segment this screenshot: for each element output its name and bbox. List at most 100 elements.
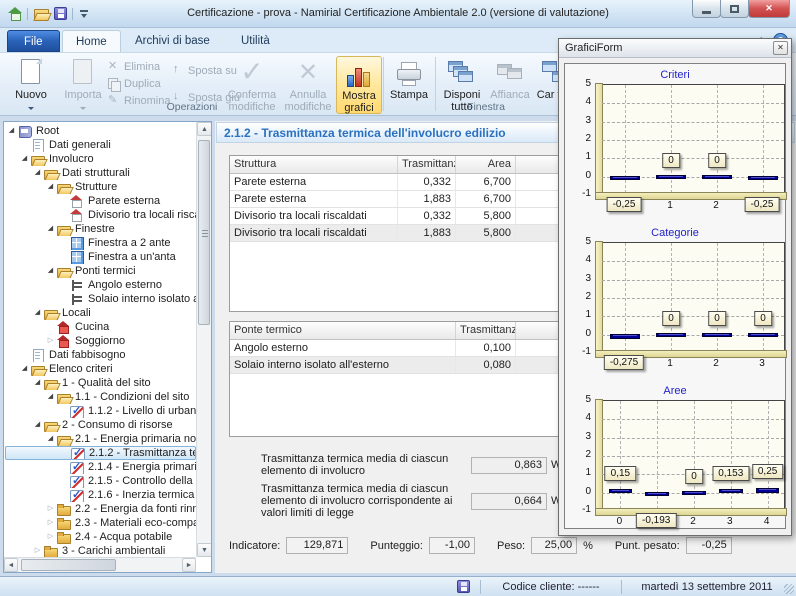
scroll-left-button[interactable]: ◄: [4, 558, 18, 572]
tree-item[interactable]: ▷2.3 - Materiali eco-compatibili: [5, 516, 196, 530]
expander-open-icon[interactable]: ◢: [45, 222, 56, 236]
tree-item[interactable]: ▷ 2.4 - Acqua potabile: [5, 530, 196, 544]
tree-item[interactable]: ◢Involucro: [5, 152, 196, 166]
tree-item[interactable]: Dati fabbisogno: [5, 348, 196, 362]
tree-item[interactable]: Finestra a un'anta: [5, 250, 196, 264]
tree-item[interactable]: ▷ 3 - Carichi ambientali: [5, 544, 196, 557]
duplica-button[interactable]: Duplica: [108, 75, 170, 92]
expander-open-icon[interactable]: ◢: [45, 264, 56, 278]
chart-categorie: Categorie-10123450-0,275123000: [565, 227, 785, 382]
elimina-button[interactable]: ✕Elimina: [108, 58, 170, 75]
tree-item[interactable]: Cucina: [5, 320, 196, 334]
graficiform-titlebar[interactable]: GraficiForm: [559, 39, 791, 58]
tab-file[interactable]: File: [7, 30, 60, 52]
expander-closed-icon[interactable]: ▷: [45, 334, 56, 348]
column-header[interactable]: Area: [456, 156, 516, 173]
tree-item[interactable]: ◢Dati strutturali: [5, 166, 196, 180]
bar: [719, 489, 743, 493]
y-tick-label: 1: [567, 467, 591, 478]
stampa-button[interactable]: Stampa: [386, 56, 432, 114]
tree-item[interactable]: Finestra a 2 ante: [5, 236, 196, 250]
tree-item[interactable]: 2.1.2 - Trasmittanza termica: [5, 446, 196, 460]
tree-item[interactable]: ◢Strutture: [5, 180, 196, 194]
tree-item-label: 2.4 - Acqua potabile: [74, 530, 172, 544]
tree-item[interactable]: ◢Root: [5, 124, 196, 138]
expander-open-icon[interactable]: ◢: [32, 166, 43, 180]
column-header[interactable]: Trasmittanza: [398, 156, 456, 173]
graficiform-close-button[interactable]: ✕: [773, 41, 788, 55]
folder-open-icon: [44, 167, 58, 180]
tree-item-label: 3 - Carichi ambientali: [61, 544, 165, 557]
tree-item[interactable]: Parete esterna: [5, 194, 196, 208]
expander-open-icon[interactable]: ◢: [45, 390, 56, 404]
tree-item[interactable]: Angolo esterno: [5, 278, 196, 292]
expander-closed-icon[interactable]: ▷: [32, 544, 43, 557]
tree-item-label: Finestre: [74, 222, 115, 236]
tree-item-label: Cucina: [74, 320, 109, 334]
column-header[interactable]: Trasmittanza: [456, 322, 516, 339]
tree-item[interactable]: Solaio interno isolato all'esterno: [5, 292, 196, 306]
gridline: [620, 401, 621, 509]
tab-archivi-di-base[interactable]: Archivi di base: [122, 30, 223, 52]
indicatore-field[interactable]: 129,871: [286, 537, 348, 554]
column-header[interactable]: Struttura: [230, 156, 398, 173]
column-header[interactable]: Ponte termico: [230, 322, 456, 339]
value-label: 0: [754, 311, 772, 326]
horizontal-scroll-thumb[interactable]: [21, 559, 116, 571]
tree-item[interactable]: ◢2.1 - Energia primaria non rinn: [5, 432, 196, 446]
folder-icon: [44, 545, 58, 558]
bar: [702, 333, 731, 337]
tab-utilita[interactable]: Utilità: [228, 30, 283, 52]
tree-item[interactable]: Dati generali: [5, 138, 196, 152]
scroll-down-button[interactable]: ▼: [197, 543, 212, 557]
tree-item[interactable]: ◢2 - Consumo di risorse: [5, 418, 196, 432]
trasmittanza-limite-field[interactable]: 0,664: [471, 493, 547, 510]
tree-item[interactable]: ◢1.1 - Condizioni del sito: [5, 390, 196, 404]
tree-item[interactable]: ▷2.2 - Energia da fonti rinnovab: [5, 502, 196, 516]
confirm-check-icon: ✓: [235, 58, 269, 88]
expander-open-icon[interactable]: ◢: [45, 432, 56, 446]
trasmittanza-media-field[interactable]: 0,863: [471, 457, 547, 474]
expander-open-icon[interactable]: ◢: [45, 180, 56, 194]
y-tick-label: 3: [567, 431, 591, 442]
scroll-up-button[interactable]: ▲: [197, 122, 212, 136]
tree-item[interactable]: ◢Ponti termici: [5, 264, 196, 278]
expander-open-icon[interactable]: ◢: [19, 362, 30, 376]
folder-icon: [57, 517, 71, 530]
tree-vertical-scrollbar[interactable]: ▲ ▼: [196, 122, 211, 557]
tree-item[interactable]: ◢ Finestre: [5, 222, 196, 236]
save-status-icon[interactable]: [457, 580, 470, 593]
tree-item[interactable]: ▷Soggiorno: [5, 334, 196, 348]
tree-item[interactable]: 2.1.6 - Inerzia termica dell': [5, 488, 196, 502]
expander-open-icon[interactable]: ◢: [19, 152, 30, 166]
tree-item[interactable]: Divisorio tra locali riscaldati: [5, 208, 196, 222]
close-button[interactable]: ✕: [748, 0, 790, 18]
tree-item[interactable]: ◢Elenco criteri: [5, 362, 196, 376]
gridline: [602, 438, 784, 439]
expander-closed-icon[interactable]: ▷: [45, 530, 56, 544]
tab-home[interactable]: Home: [62, 30, 121, 52]
tree-item[interactable]: 2.1.4 - Energia primaria pe: [5, 460, 196, 474]
expander-open-icon[interactable]: ◢: [32, 306, 43, 320]
tree-horizontal-scrollbar[interactable]: ◄ ►: [4, 557, 196, 572]
tree-item[interactable]: 2.1.5 - Controllo della radia: [5, 474, 196, 488]
maximize-button[interactable]: [720, 0, 749, 18]
expander-open-icon[interactable]: ◢: [32, 418, 43, 432]
punteggio-field[interactable]: -1,00: [429, 537, 475, 554]
expander-open-icon[interactable]: ◢: [6, 124, 17, 138]
status-bar: Codice cliente: ------ martedì 13 settem…: [0, 576, 796, 596]
table-cell: 0,332: [398, 174, 456, 190]
expander-closed-icon[interactable]: ▷: [45, 502, 56, 516]
tree-item-label: 2.1.5 - Controllo della radia: [87, 474, 196, 488]
vertical-scroll-thumb[interactable]: [198, 140, 210, 325]
tree-item[interactable]: 1.1.2 - Livello di urbanizzaz: [5, 404, 196, 418]
minimize-button[interactable]: [692, 0, 721, 18]
tree-item[interactable]: ◢1 - Qualità del sito: [5, 376, 196, 390]
resize-grip[interactable]: [784, 584, 794, 594]
tree-item[interactable]: ◢Locali: [5, 306, 196, 320]
expander-open-icon[interactable]: ◢: [32, 376, 43, 390]
folder-open-icon: [44, 377, 58, 390]
scroll-right-button[interactable]: ►: [182, 558, 196, 572]
expander-closed-icon[interactable]: ▷: [45, 516, 56, 530]
bar: [610, 334, 639, 339]
